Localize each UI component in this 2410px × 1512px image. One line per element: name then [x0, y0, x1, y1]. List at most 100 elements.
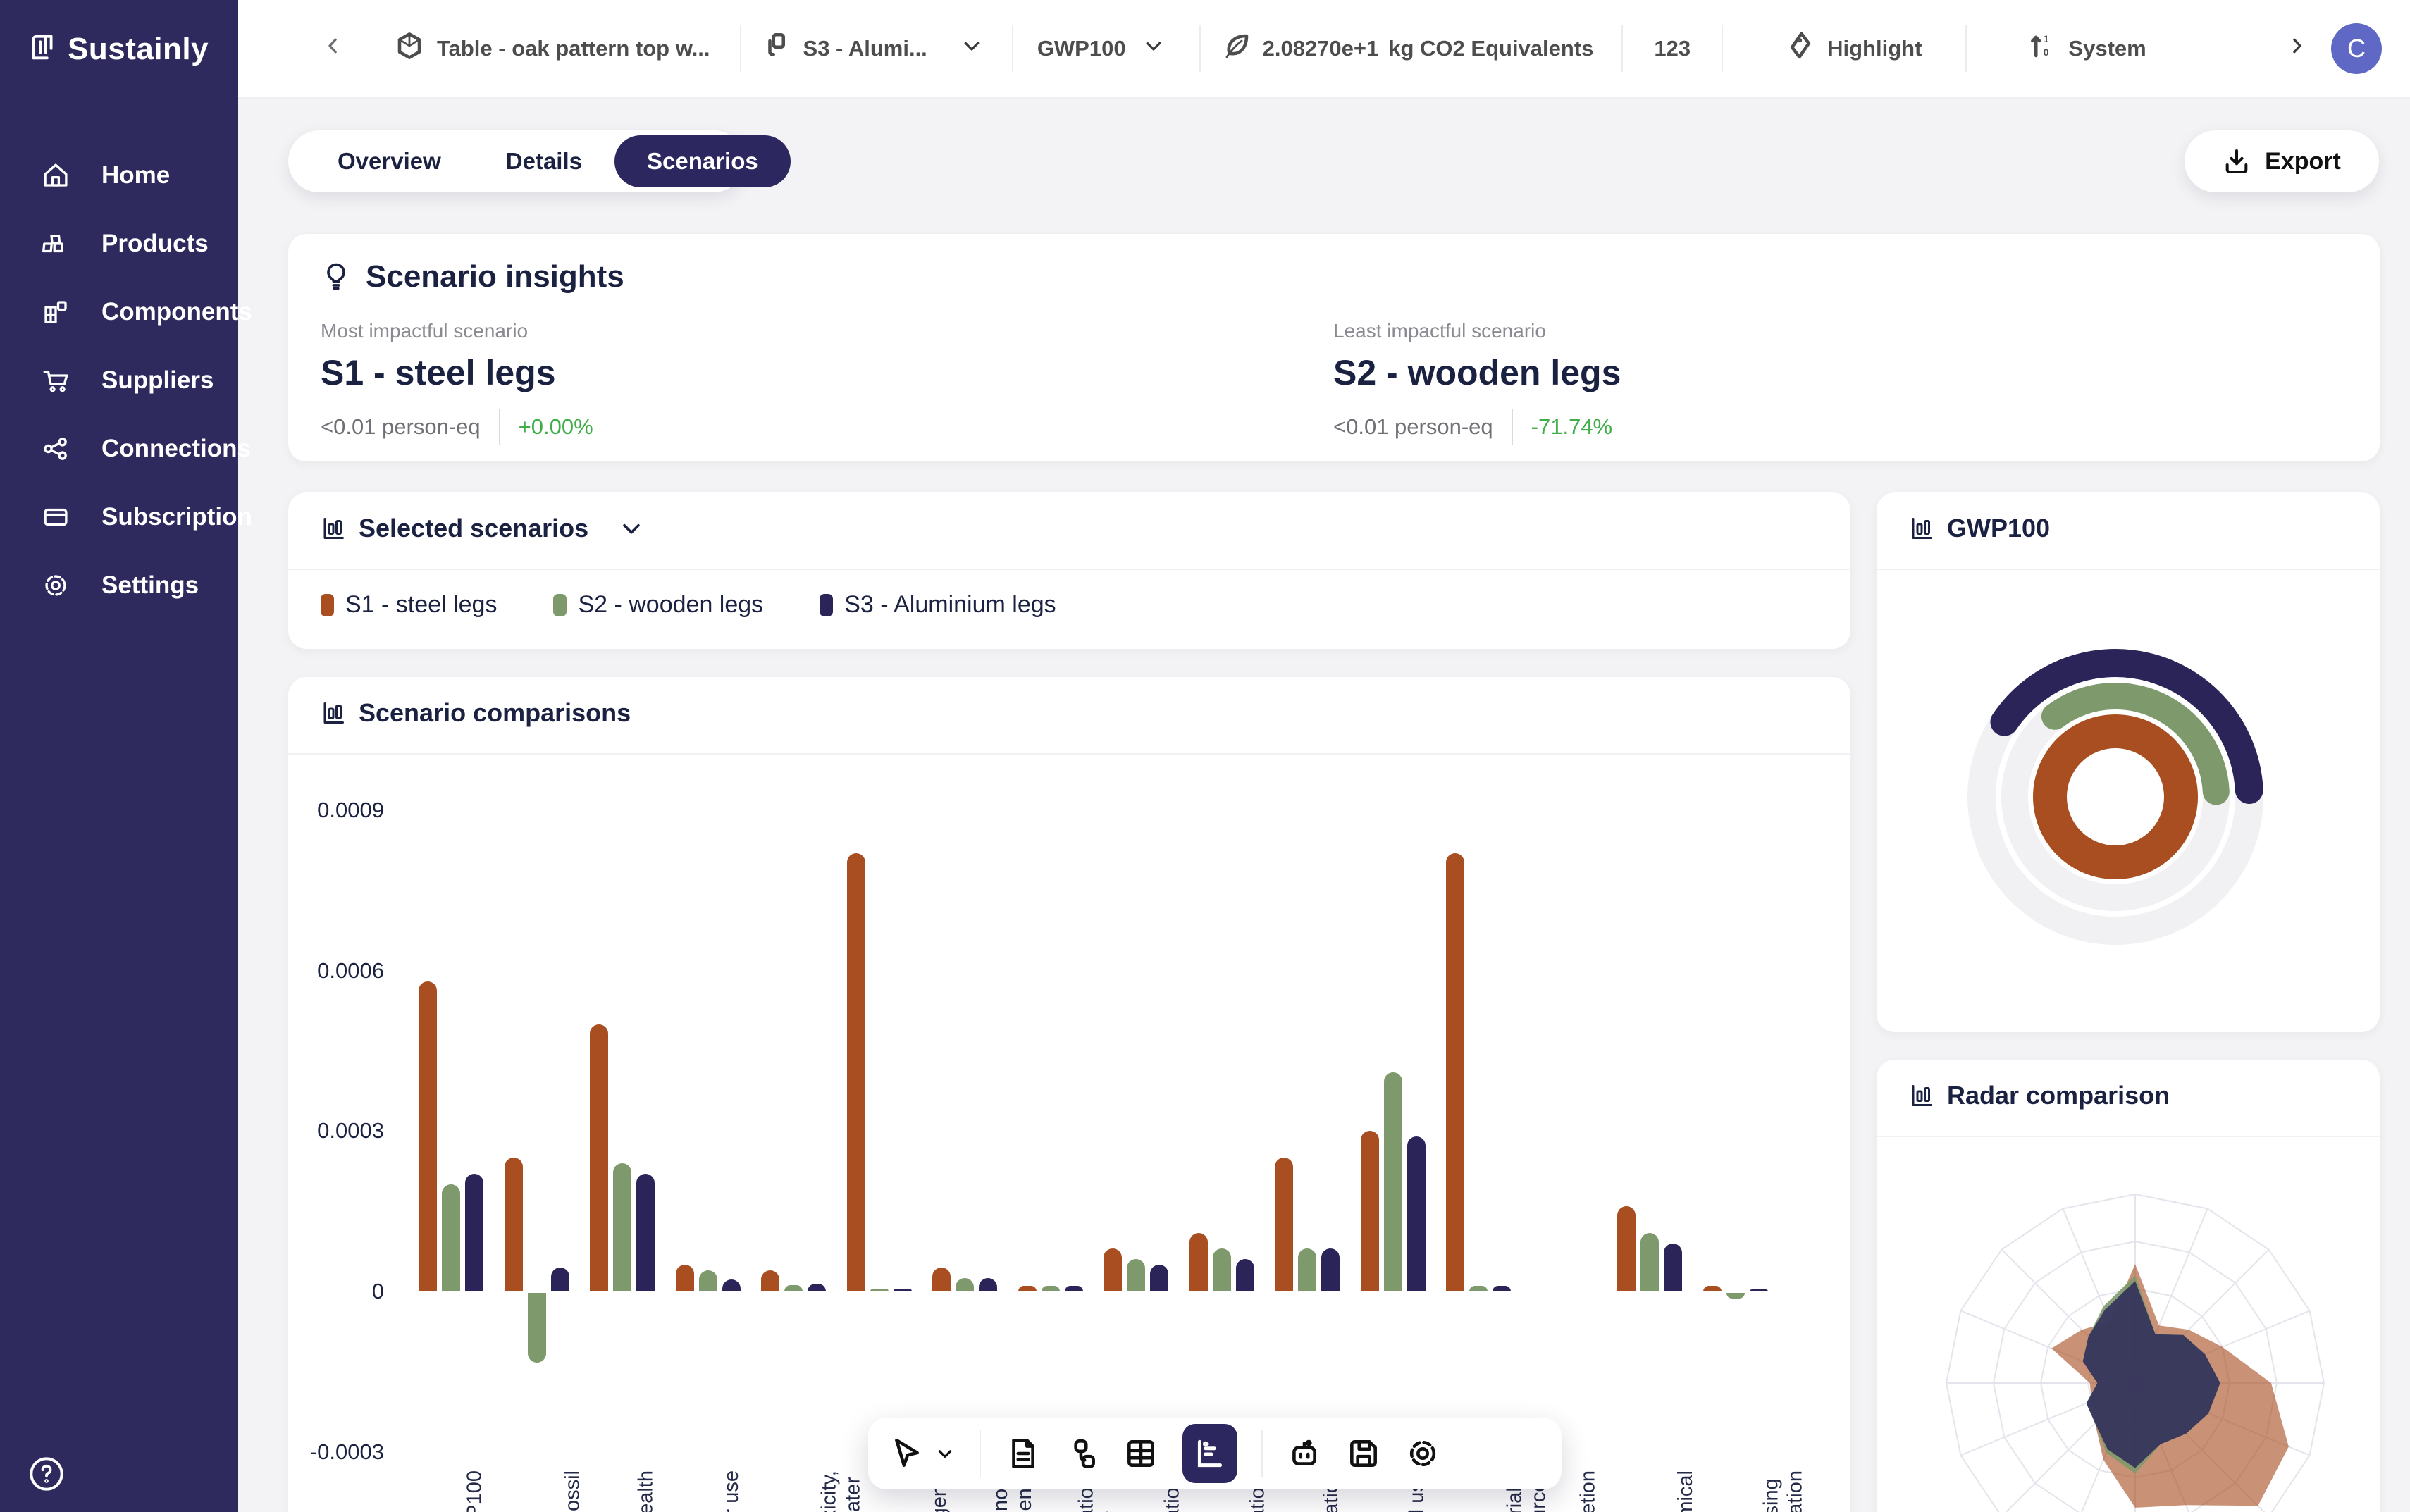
bar-s2[interactable] [1213, 1248, 1231, 1291]
bar-s2[interactable] [1127, 1259, 1145, 1291]
bar-s1[interactable] [1617, 1206, 1636, 1291]
help-button[interactable] [28, 1456, 65, 1492]
expand-chevron-right-icon[interactable] [2286, 35, 2307, 62]
bar-s3[interactable] [1750, 1289, 1768, 1291]
connections-icon [41, 434, 70, 464]
bar-s2[interactable] [699, 1270, 717, 1291]
bar-s1[interactable] [505, 1158, 523, 1291]
bar-s1[interactable] [932, 1268, 951, 1291]
bar-s1[interactable] [1018, 1286, 1037, 1291]
bar-s2[interactable] [784, 1285, 803, 1291]
bar-s3[interactable] [1493, 1286, 1511, 1291]
assistant-robot-button[interactable] [1287, 1436, 1322, 1471]
y-axis-tick-label: 0.0003 [292, 1118, 384, 1144]
sidebar-item-connections[interactable]: Connections [0, 414, 238, 483]
save-button[interactable] [1346, 1436, 1381, 1471]
bar-s2[interactable] [442, 1184, 460, 1291]
bar-s3[interactable] [1321, 1248, 1340, 1291]
bar-s1[interactable] [1361, 1131, 1379, 1291]
scenario-selector-value[interactable]: S3 - Alumi... [803, 36, 927, 61]
sort-icon: 10 [2027, 31, 2057, 66]
scenario-chevron-down-icon[interactable] [961, 35, 982, 62]
least-impactful-value: <0.01 person-eq [1333, 414, 1493, 440]
export-button[interactable]: Export [2185, 130, 2379, 192]
sidebar-item-label: Suppliers [101, 366, 214, 395]
bar-s1[interactable] [1104, 1248, 1122, 1291]
brand-logo[interactable]: Sustainly [0, 0, 238, 67]
bar-s2[interactable] [1042, 1286, 1060, 1291]
x-axis-category-label: Ionising radiation [1760, 1470, 1808, 1512]
bar-s1[interactable] [1275, 1158, 1293, 1291]
sidebar-item-settings[interactable]: Settings [0, 551, 238, 619]
bar-s1[interactable] [676, 1265, 694, 1291]
bar-s1[interactable] [1446, 853, 1464, 1291]
selected-scenarios-title: Selected scenarios [359, 514, 588, 543]
topbar-divider [1012, 25, 1013, 72]
sidebar-item-suppliers[interactable]: Suppliers [0, 346, 238, 414]
bar-s3[interactable] [1407, 1136, 1426, 1291]
back-button[interactable] [323, 35, 344, 62]
bar-s3[interactable] [1664, 1244, 1682, 1291]
view-tabs: Overview Details Scenarios [288, 130, 745, 192]
topbar-divider [1199, 25, 1201, 72]
card-divider [1877, 569, 2380, 570]
bar-s3[interactable] [465, 1174, 483, 1291]
sidebar-item-home[interactable]: Home [0, 141, 238, 209]
flow-view-button[interactable] [1064, 1436, 1099, 1471]
chart-view-button-active[interactable] [1182, 1424, 1237, 1483]
metric-chevron-down-icon[interactable] [1143, 35, 1164, 62]
bar-s1[interactable] [1189, 1233, 1208, 1291]
bar-s2[interactable] [1726, 1293, 1745, 1299]
legend-item[interactable]: S3 - Aluminium legs [820, 591, 1056, 619]
bar-s2[interactable] [613, 1163, 631, 1291]
products-icon [41, 229, 70, 259]
gwp100-donut-gauge[interactable] [1877, 571, 2380, 1032]
scenario-comparisons-bar-chart[interactable]: 0.00090.00060.00030-0.0003GWP100ADP, Fos… [288, 677, 1850, 1512]
bar-s2[interactable] [1298, 1248, 1316, 1291]
settings-icon [41, 571, 70, 600]
bar-s2[interactable] [1384, 1072, 1402, 1291]
bar-s2[interactable] [528, 1293, 546, 1363]
bar-s3[interactable] [894, 1289, 912, 1291]
tab-details[interactable]: Details [474, 148, 614, 175]
bar-s3[interactable] [636, 1174, 655, 1291]
most-impactful-name: S1 - steel legs [321, 352, 593, 393]
bar-s1[interactable] [761, 1270, 779, 1291]
bar-s1[interactable] [847, 853, 865, 1291]
bar-s1[interactable] [419, 981, 437, 1291]
count-badge[interactable]: 123 [1654, 36, 1691, 61]
bar-s3[interactable] [551, 1268, 569, 1291]
bar-s3[interactable] [979, 1278, 997, 1291]
collapse-chevron-icon[interactable] [619, 516, 643, 540]
table-view-button[interactable] [1123, 1436, 1158, 1471]
bar-s3[interactable] [1236, 1259, 1254, 1291]
sidebar-item-subscription[interactable]: Subscription [0, 483, 238, 551]
sort-selector-value[interactable]: System [2068, 36, 2146, 61]
bar-s3[interactable] [808, 1284, 826, 1291]
tag-icon [1785, 31, 1815, 66]
bar-s3[interactable] [1065, 1286, 1083, 1291]
bar-s2[interactable] [956, 1278, 974, 1291]
select-tool-button[interactable] [889, 1436, 956, 1471]
document-view-button[interactable] [1005, 1436, 1040, 1471]
highlight-button[interactable]: Highlight [1827, 36, 1922, 61]
settings-gear-button[interactable] [1405, 1436, 1440, 1471]
user-avatar[interactable]: C [2331, 23, 2382, 74]
bar-s2[interactable] [1469, 1286, 1488, 1291]
tab-scenarios[interactable]: Scenarios [614, 135, 791, 187]
legend-item[interactable]: S1 - steel legs [321, 591, 497, 619]
bar-s2[interactable] [1640, 1233, 1659, 1291]
legend-item[interactable]: S2 - wooden legs [553, 591, 763, 619]
metric-selector-value[interactable]: GWP100 [1037, 36, 1126, 61]
bar-s1[interactable] [1703, 1286, 1722, 1291]
bar-s3[interactable] [722, 1279, 741, 1291]
bar-s3[interactable] [1150, 1265, 1168, 1291]
svg-text:0: 0 [2044, 47, 2049, 58]
bar-s1[interactable] [590, 1024, 608, 1292]
product-title[interactable]: Table - oak pattern top w... [437, 36, 710, 61]
sidebar-item-components[interactable]: Components [0, 278, 238, 346]
tab-overview[interactable]: Overview [305, 148, 474, 175]
radar-comparison-chart[interactable] [1877, 1139, 2380, 1512]
bar-s2[interactable] [870, 1289, 889, 1291]
sidebar-item-products[interactable]: Products [0, 209, 238, 278]
